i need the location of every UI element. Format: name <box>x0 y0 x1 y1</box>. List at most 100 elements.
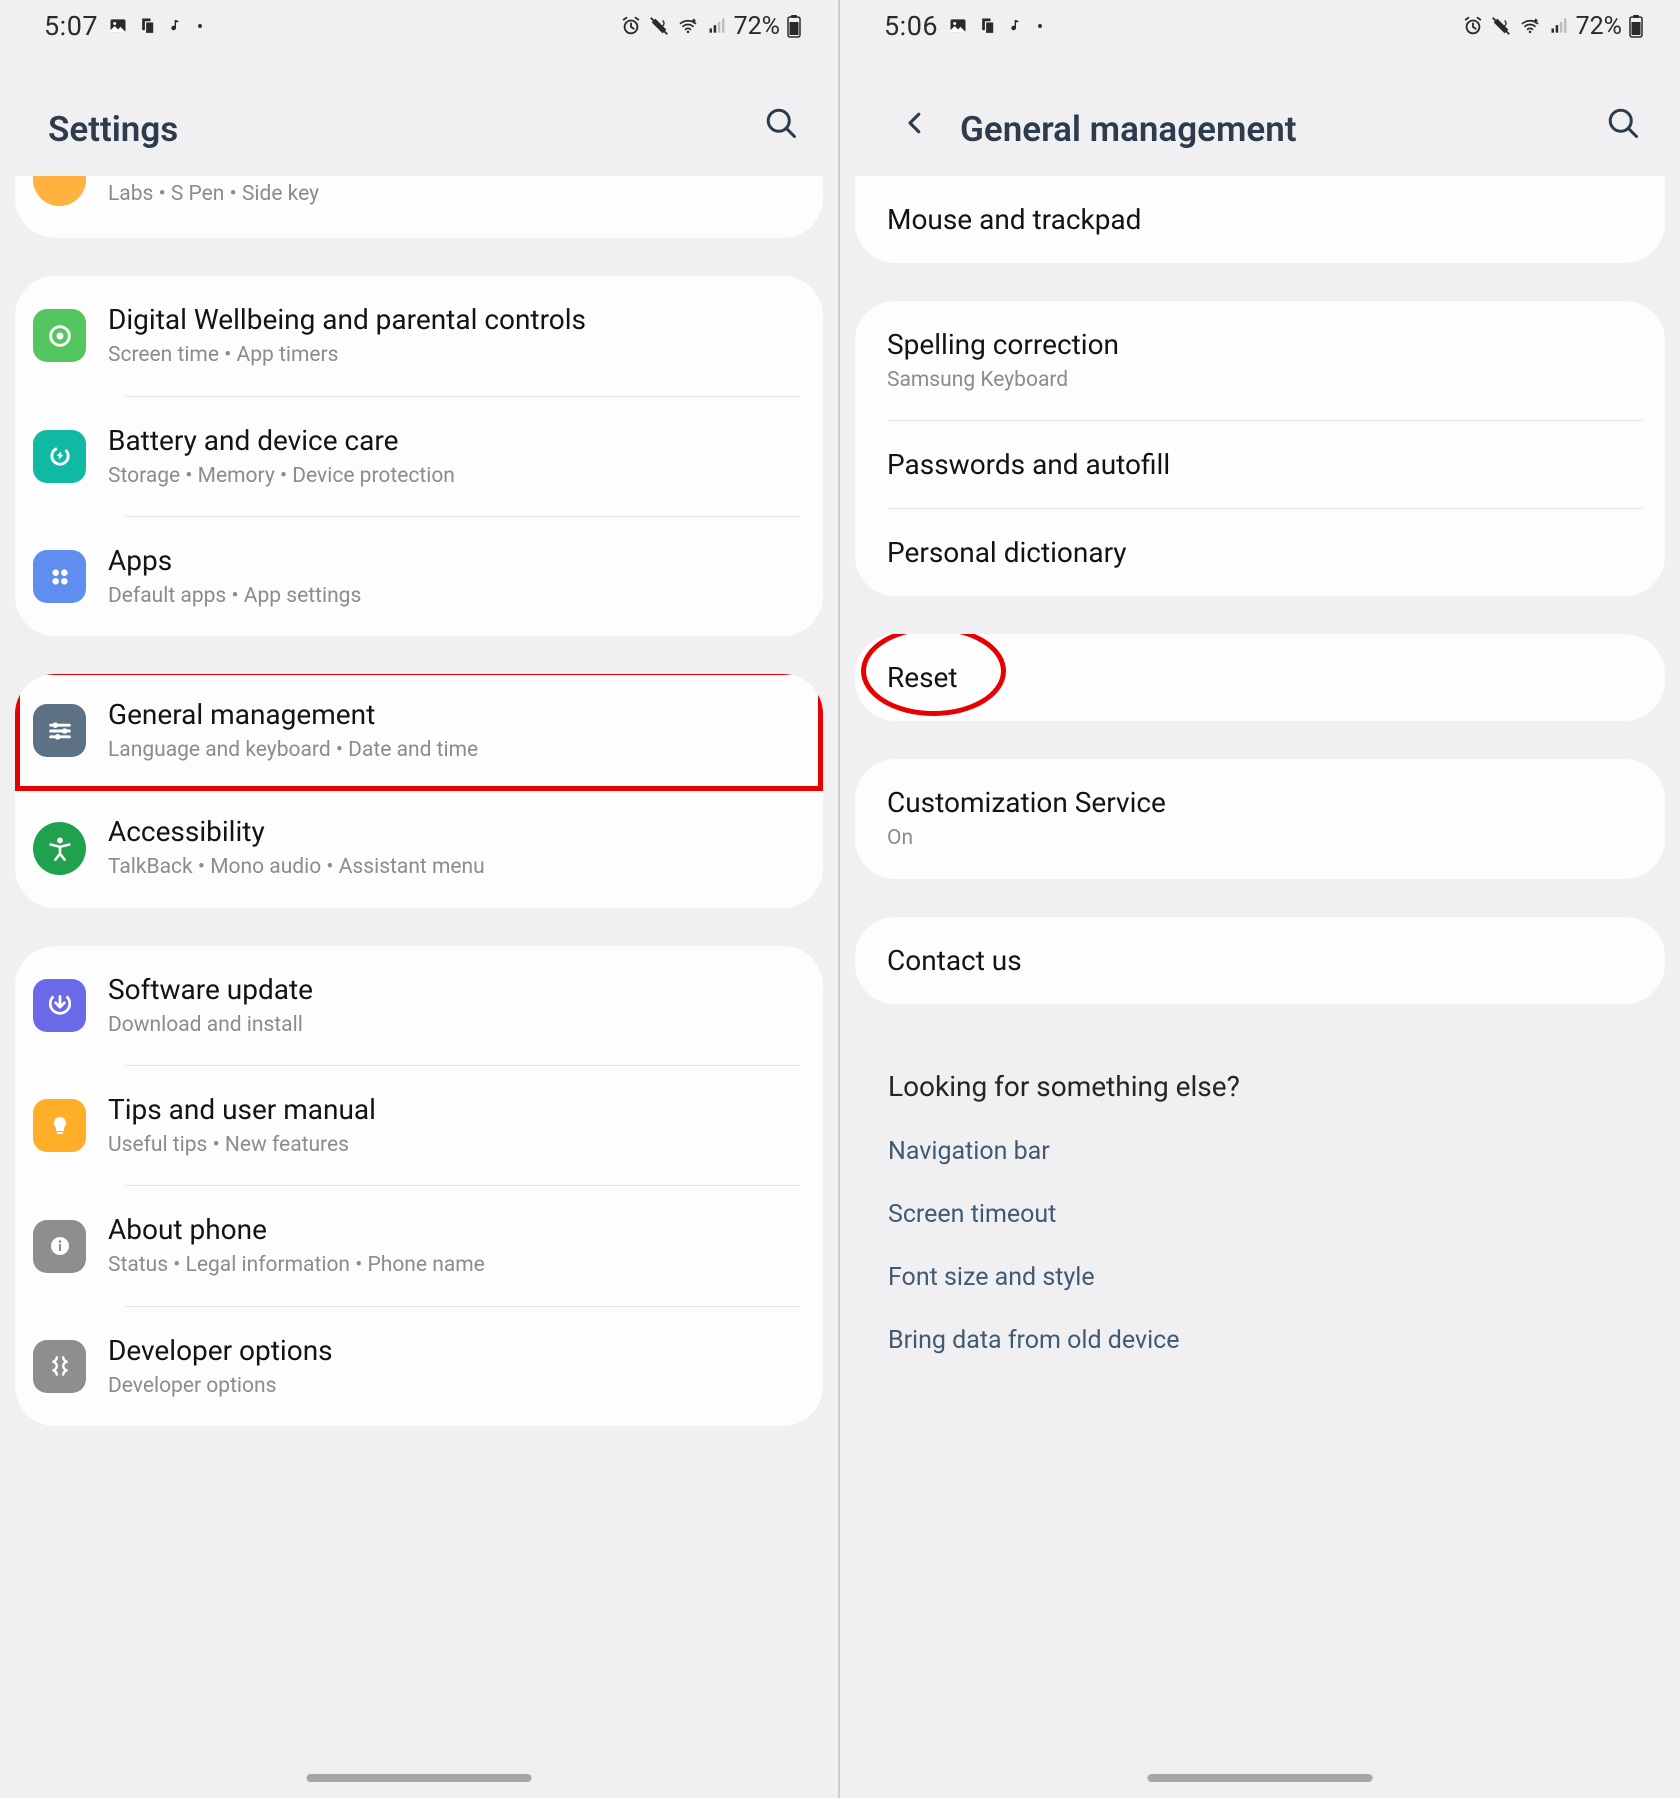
vibrate-icon <box>1490 15 1512 37</box>
developer-icon <box>33 1340 86 1393</box>
signal-icon <box>1548 16 1570 36</box>
row-developer-options[interactable]: Developer options Developer options <box>15 1307 823 1426</box>
wifi-icon <box>676 16 700 36</box>
row-mouse-trackpad[interactable]: Mouse and trackpad <box>855 176 1665 263</box>
row-personal-dictionary[interactable]: Personal dictionary <box>855 509 1665 596</box>
music-icon <box>1008 16 1024 36</box>
status-right: 72% <box>620 12 802 41</box>
row-subtitle: Download and install <box>108 1012 803 1039</box>
page-title: Settings <box>48 109 754 150</box>
row-spelling-correction[interactable]: Spelling correction Samsung Keyboard <box>855 301 1665 420</box>
card-customization: Customization Service On <box>855 759 1665 878</box>
row-subtitle: Default apps • App settings <box>108 583 803 610</box>
row-subtitle: On <box>887 825 1645 852</box>
card-general-group: General management Language and keyboard… <box>15 674 823 908</box>
nav-indicator[interactable] <box>307 1774 532 1782</box>
row-title: Passwords and autofill <box>887 447 1645 482</box>
alarm-icon <box>620 15 642 37</box>
search-button[interactable] <box>1596 96 1650 150</box>
row-about-phone[interactable]: About phone Status • Legal information •… <box>15 1186 823 1305</box>
row-subtitle: Language and keyboard • Date and time <box>108 737 803 764</box>
settings-header: Settings <box>0 52 838 176</box>
battery-pct: 72% <box>734 12 780 41</box>
wifi-icon <box>1518 16 1542 36</box>
row-customization-service[interactable]: Customization Service On <box>855 759 1665 878</box>
dot-icon <box>198 24 202 28</box>
status-time: 5:07 <box>44 10 98 42</box>
status-bar: 5:07 72% <box>0 0 838 52</box>
row-subtitle: Labs • S Pen • Side key <box>108 181 803 208</box>
link-navigation-bar[interactable]: Navigation bar <box>888 1137 1632 1166</box>
row-title: Personal dictionary <box>887 535 1645 570</box>
row-subtitle: Useful tips • New features <box>108 1132 803 1159</box>
card-icon <box>138 15 158 37</box>
row-title: Tips and user manual <box>108 1092 803 1127</box>
status-time: 5:06 <box>884 10 938 42</box>
back-button[interactable] <box>888 96 942 150</box>
device-care-icon <box>33 430 86 483</box>
page-title: General management <box>960 109 1596 150</box>
link-bring-data[interactable]: Bring data from old device <box>888 1326 1632 1355</box>
row-subtitle: Screen time • App timers <box>108 342 803 369</box>
general-management-icon <box>33 704 86 757</box>
vibrate-icon <box>648 15 670 37</box>
tips-icon <box>33 1099 86 1152</box>
accessibility-icon <box>33 822 86 875</box>
alarm-icon <box>1462 15 1484 37</box>
row-title: Battery and device care <box>108 423 803 458</box>
card-spelling-group: Spelling correction Samsung Keyboard Pas… <box>855 301 1665 596</box>
dot-icon <box>1038 24 1042 28</box>
card-reset: Reset <box>855 634 1665 721</box>
row-subtitle: Samsung Keyboard <box>887 367 1645 394</box>
software-update-icon <box>33 979 86 1032</box>
row-title: General management <box>108 697 803 732</box>
row-title: Mouse and trackpad <box>887 202 1645 237</box>
row-subtitle: Developer options <box>108 1373 803 1400</box>
card-software-group: Software update Download and install Tip… <box>15 946 823 1426</box>
row-title: Contact us <box>887 943 1645 978</box>
row-general-management[interactable]: General management Language and keyboard… <box>15 674 823 791</box>
footer-suggestions: Looking for something else? Navigation b… <box>840 1042 1680 1439</box>
status-right: 72% <box>1462 12 1644 41</box>
card-mouse: Mouse and trackpad <box>855 176 1665 263</box>
footer-title: Looking for something else? <box>888 1070 1632 1103</box>
row-title: Customization Service <box>887 785 1645 820</box>
row-apps[interactable]: Apps Default apps • App settings <box>15 517 823 636</box>
advanced-icon <box>33 176 86 206</box>
row-subtitle: Storage • Memory • Device protection <box>108 463 803 490</box>
row-digital-wellbeing[interactable]: Digital Wellbeing and parental controls … <box>15 276 823 395</box>
row-title: Developer options <box>108 1333 803 1368</box>
battery-icon <box>786 14 802 38</box>
apps-icon <box>33 550 86 603</box>
search-button[interactable] <box>754 96 808 150</box>
card-icon <box>978 15 998 37</box>
image-icon <box>108 16 128 36</box>
about-phone-icon <box>33 1220 86 1273</box>
row-subtitle: Status • Legal information • Phone name <box>108 1252 803 1279</box>
link-screen-timeout[interactable]: Screen timeout <box>888 1200 1632 1229</box>
link-font-size[interactable]: Font size and style <box>888 1263 1632 1292</box>
card-contact: Contact us <box>855 917 1665 1004</box>
signal-icon <box>706 16 728 36</box>
status-bar: 5:06 72% <box>840 0 1680 52</box>
row-subtitle: TalkBack • Mono audio • Assistant menu <box>108 854 803 881</box>
row-contact-us[interactable]: Contact us <box>855 917 1665 1004</box>
nav-indicator[interactable] <box>1148 1774 1373 1782</box>
battery-pct: 72% <box>1576 12 1622 41</box>
row-accessibility[interactable]: Accessibility TalkBack • Mono audio • As… <box>15 788 823 907</box>
status-left: 5:07 <box>44 10 206 42</box>
row-tips[interactable]: Tips and user manual Useful tips • New f… <box>15 1066 823 1185</box>
row-software-update[interactable]: Software update Download and install <box>15 946 823 1065</box>
card-wellbeing-group: Digital Wellbeing and parental controls … <box>15 276 823 636</box>
row-advanced-features[interactable]: Labs • S Pen • Side key <box>15 176 823 228</box>
wellbeing-icon <box>33 309 86 362</box>
row-title: Accessibility <box>108 814 803 849</box>
row-battery-device-care[interactable]: Battery and device care Storage • Memory… <box>15 397 823 516</box>
row-title: Software update <box>108 972 803 1007</box>
row-passwords-autofill[interactable]: Passwords and autofill <box>855 421 1665 508</box>
row-title: Spelling correction <box>887 327 1645 362</box>
row-title: About phone <box>108 1212 803 1247</box>
music-icon <box>168 16 184 36</box>
gm-header: General management <box>840 52 1680 176</box>
row-title: Digital Wellbeing and parental controls <box>108 302 803 337</box>
